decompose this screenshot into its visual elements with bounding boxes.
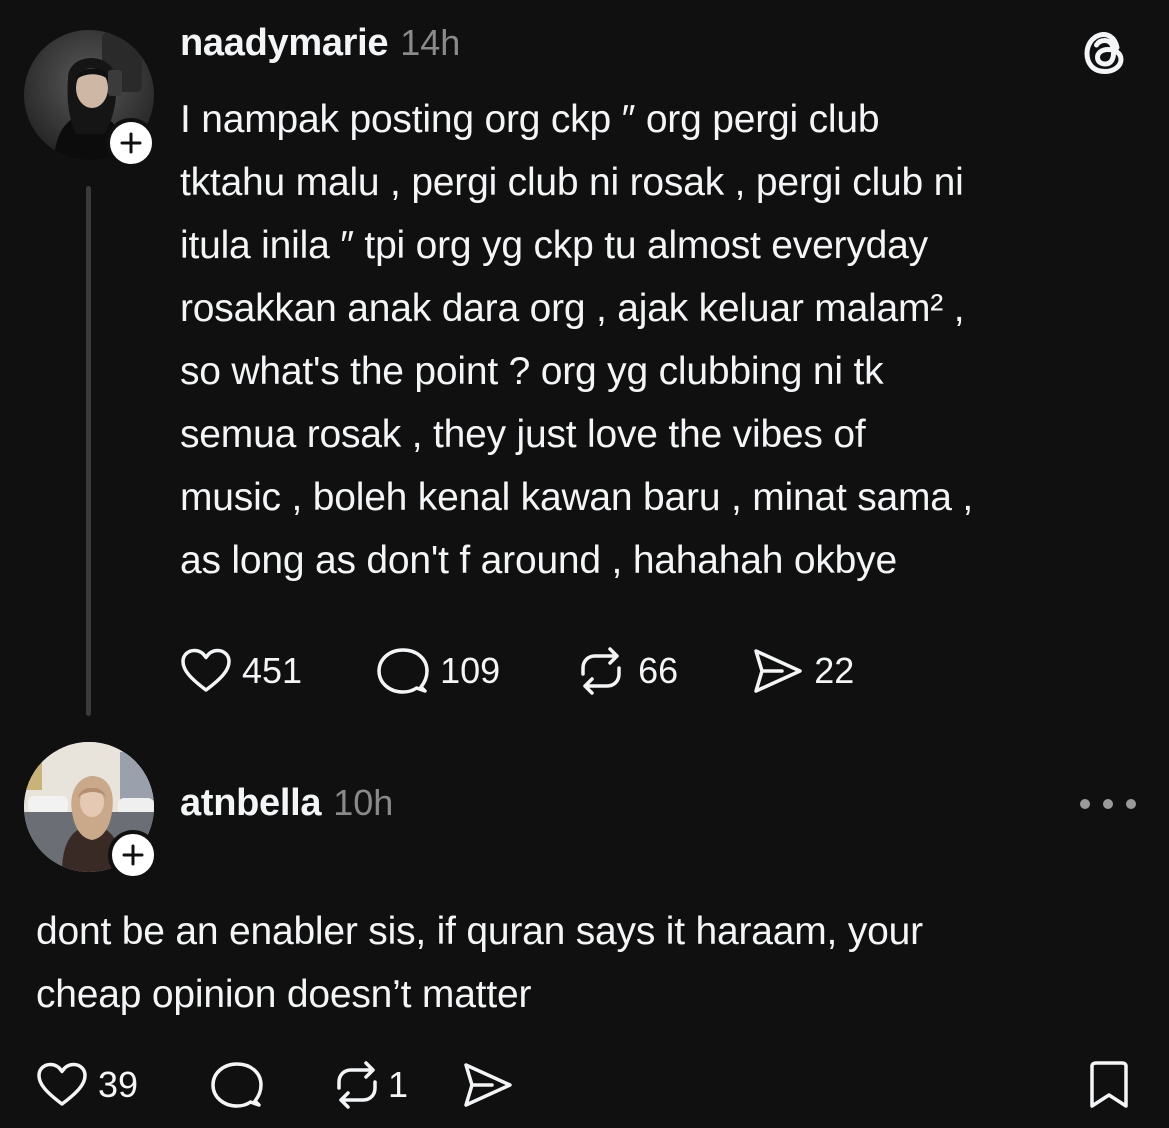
reply-timestamp: 10h: [333, 782, 394, 823]
reply-share-button[interactable]: [462, 1061, 514, 1109]
share-button[interactable]: 22: [752, 647, 854, 695]
reply-header: atnbella 10h: [180, 782, 393, 825]
bookmark-icon[interactable]: [1088, 1060, 1130, 1110]
more-dots-icon[interactable]: [1080, 790, 1136, 818]
reply-repost-count: 1: [388, 1064, 409, 1105]
reply-button[interactable]: 109: [376, 647, 500, 695]
repost-button[interactable]: 66: [574, 646, 678, 696]
threads-post-screen: naadymarie 14h I nampak posting org ckp …: [0, 0, 1169, 1128]
post-header: naadymarie 14h: [180, 22, 460, 65]
post-actions: 451 109 66 22: [180, 646, 854, 696]
comment-icon: [377, 648, 429, 694]
repost-icon: [581, 647, 621, 695]
heart-icon: [37, 1062, 87, 1106]
send-icon: [464, 1063, 512, 1107]
plus-icon: [120, 132, 142, 154]
reply-body-text: dont be an enabler sis, if quran says it…: [36, 910, 923, 1016]
follow-atnbella-button[interactable]: [108, 830, 158, 880]
reply-like-button[interactable]: 39: [36, 1062, 138, 1108]
post-timestamp: 14h: [400, 22, 461, 63]
follow-naadymarie-button[interactable]: [106, 118, 156, 168]
thread-connector-line: [86, 186, 91, 716]
share-count: 22: [814, 650, 855, 691]
like-count: 451: [242, 650, 303, 691]
post-username[interactable]: naadymarie: [180, 22, 389, 65]
repost-icon: [337, 1061, 377, 1109]
send-icon: [754, 649, 802, 693]
reply-username[interactable]: atnbella: [180, 782, 322, 825]
plus-icon: [122, 844, 144, 866]
threads-logo-icon[interactable]: [1080, 26, 1132, 78]
reply-count: 109: [440, 650, 501, 691]
post-body-text: I nampak posting org ckp ″ org pergi clu…: [180, 98, 974, 582]
reply-like-count: 39: [98, 1064, 139, 1105]
like-button[interactable]: 451: [180, 648, 302, 694]
comment-icon: [211, 1062, 263, 1108]
repost-count: 66: [638, 650, 679, 691]
heart-icon: [181, 648, 231, 692]
reply-repost-button[interactable]: 1: [330, 1060, 408, 1110]
reply-actions: 39 1: [36, 1060, 514, 1110]
reply-comment-button[interactable]: [210, 1061, 264, 1109]
